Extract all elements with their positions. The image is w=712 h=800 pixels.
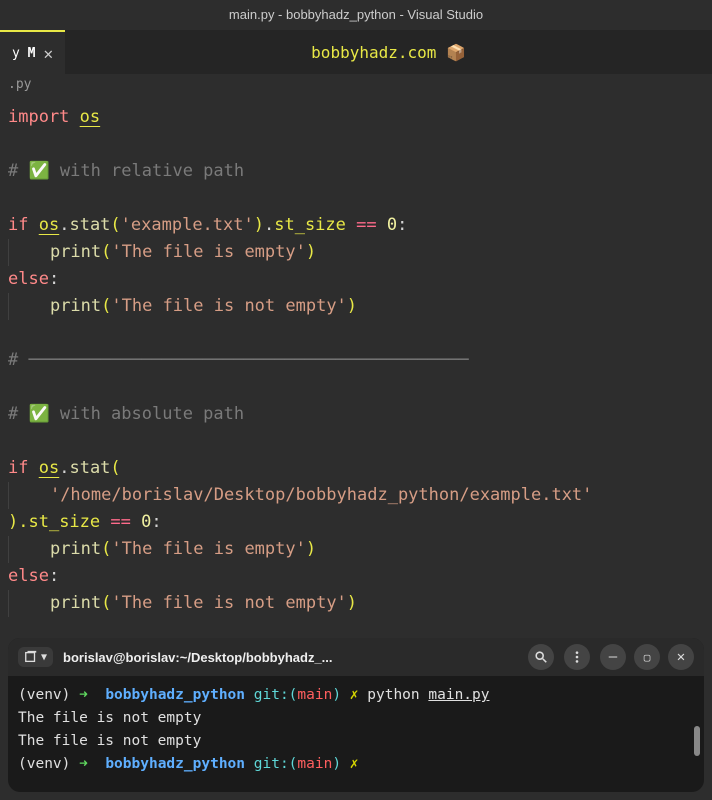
editor-tab[interactable]: y M ✕ [0, 30, 65, 74]
maximize-button[interactable]: ▢ [634, 644, 660, 670]
tab-filename: y M [12, 46, 35, 61]
close-icon: ✕ [677, 649, 685, 665]
tab-bar: y M ✕ bobbyhadz.com 📦 [0, 30, 712, 74]
terminal-window: ▼ borislav@borislav:~/Desktop/bobbyhadz_… [8, 638, 704, 792]
banner-text: bobbyhadz.com 📦 [65, 43, 712, 62]
search-button[interactable] [528, 644, 554, 670]
code-editor[interactable]: import os # ✅ with relative path if os.s… [0, 96, 712, 625]
close-button[interactable]: ✕ [668, 644, 694, 670]
new-tab-button[interactable]: ▼ [18, 647, 53, 667]
plus-tab-icon [24, 650, 38, 664]
menu-button[interactable] [564, 644, 590, 670]
terminal-title: borislav@borislav:~/Desktop/bobbyhadz_..… [63, 650, 518, 665]
kebab-icon [570, 650, 584, 664]
terminal-body[interactable]: (venv) ➜ bobbyhadz_python git:(main) ✗ p… [8, 676, 704, 792]
breadcrumb[interactable]: .py [0, 74, 712, 96]
minimize-button[interactable]: — [600, 644, 626, 670]
search-icon [534, 650, 548, 664]
maximize-icon: ▢ [644, 651, 651, 664]
scrollbar-thumb[interactable] [694, 726, 700, 756]
minimize-icon: — [609, 649, 617, 665]
terminal-header: ▼ borislav@borislav:~/Desktop/bobbyhadz_… [8, 638, 704, 676]
close-icon[interactable]: ✕ [43, 44, 53, 63]
window-title: main.py - bobbyhadz_python - Visual Stud… [0, 0, 712, 30]
